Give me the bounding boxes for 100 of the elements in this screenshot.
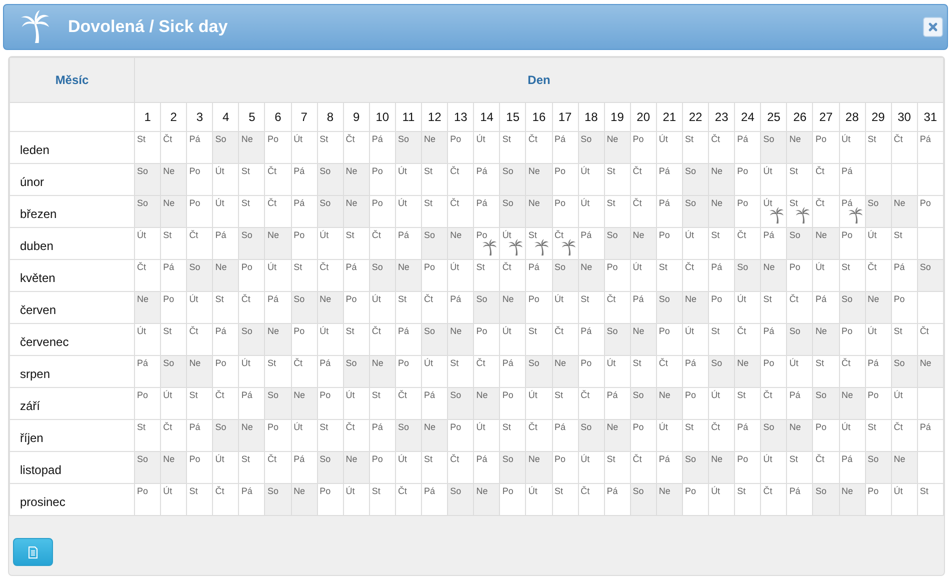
day-cell[interactable]: Pá [760, 324, 787, 356]
day-cell[interactable]: Ne [343, 164, 370, 196]
day-cell[interactable]: Pá [474, 452, 500, 484]
day-cell[interactable]: So [786, 324, 813, 356]
day-cell[interactable]: St [291, 260, 318, 292]
day-cell[interactable]: So [134, 196, 161, 228]
day-cell[interactable]: Čt [578, 388, 604, 420]
day-cell[interactable]: Út [552, 292, 578, 324]
day-cell[interactable]: Čt [526, 420, 552, 452]
day-cell[interactable]: So [212, 420, 239, 452]
day-cell[interactable]: Út [291, 420, 318, 452]
day-cell[interactable]: Út [317, 324, 344, 356]
day-cell[interactable]: So [343, 356, 370, 388]
day-cell[interactable]: St [238, 196, 265, 228]
day-cell[interactable]: Pá [604, 484, 630, 516]
day-cell[interactable]: So [134, 164, 161, 196]
day-cell[interactable]: So [656, 292, 682, 324]
day-cell[interactable]: Pá [186, 420, 213, 452]
day-cell[interactable]: Pá [422, 484, 448, 516]
day-cell[interactable]: Čt [500, 260, 526, 292]
day-cell[interactable]: St [160, 324, 187, 356]
day-cell[interactable]: Ne [786, 132, 813, 164]
day-cell[interactable]: Po [734, 164, 761, 196]
day-cell[interactable]: So [865, 196, 892, 228]
day-cell[interactable]: Ne [343, 452, 370, 484]
day-cell[interactable]: St [786, 164, 813, 196]
day-cell[interactable]: Čt [630, 452, 656, 484]
day-cell[interactable]: Pá [552, 420, 578, 452]
day-cell[interactable]: Ne [369, 356, 396, 388]
day-cell[interactable]: Pá [369, 420, 396, 452]
day-cell[interactable]: Út [134, 324, 161, 356]
day-cell[interactable]: Po [212, 356, 239, 388]
day-cell[interactable]: Út [839, 420, 866, 452]
day-cell[interactable]: Po [448, 420, 474, 452]
day-cell[interactable]: Ne [500, 292, 526, 324]
day-cell[interactable]: Po [786, 260, 813, 292]
day-cell[interactable]: Čt [212, 388, 239, 420]
day-cell[interactable]: So [865, 452, 892, 484]
day-cell[interactable]: St [134, 132, 161, 164]
day-cell[interactable]: So [500, 452, 526, 484]
day-cell[interactable]: Út [160, 388, 187, 420]
day-cell[interactable]: Pá [734, 420, 761, 452]
day-cell[interactable]: Čt [630, 164, 656, 196]
day-cell[interactable]: Čt [238, 292, 265, 324]
day-cell[interactable]: Pá [786, 484, 813, 516]
day-cell[interactable]: Čt [343, 420, 370, 452]
day-cell[interactable]: St [734, 388, 761, 420]
day-cell[interactable]: So [839, 292, 866, 324]
day-cell[interactable]: So [604, 228, 630, 260]
day-cell[interactable]: Čt [212, 484, 239, 516]
day-cell[interactable]: Čt [264, 196, 292, 228]
day-cell[interactable]: Čt [812, 452, 840, 484]
day-cell[interactable]: Po [682, 388, 709, 420]
day-cell[interactable]: Pá [395, 324, 422, 356]
day-cell[interactable]: Po [552, 196, 578, 228]
day-cell[interactable]: Pá [734, 132, 761, 164]
day-cell[interactable]: St [786, 452, 813, 484]
day-cell[interactable]: Po [264, 132, 292, 164]
day-cell[interactable]: Ne [160, 452, 187, 484]
day-cell[interactable]: St [343, 324, 370, 356]
day-cell[interactable]: So [238, 228, 265, 260]
day-cell[interactable]: Ne [160, 164, 187, 196]
day-cell[interactable]: St [552, 484, 578, 516]
day-cell[interactable]: Po [734, 196, 761, 228]
day-cell[interactable]: Po [369, 452, 396, 484]
day-cell[interactable]: Čt [552, 228, 578, 260]
day-cell[interactable]: Ne [552, 356, 578, 388]
day-cell[interactable]: St [656, 260, 682, 292]
day-cell[interactable]: Ne [865, 292, 892, 324]
day-cell[interactable]: Út [891, 388, 918, 420]
day-cell[interactable]: Pá [160, 260, 187, 292]
day-cell[interactable]: Pá [656, 196, 682, 228]
day-cell[interactable]: Čt [186, 324, 213, 356]
day-cell[interactable]: Čt [760, 484, 787, 516]
day-cell[interactable]: St [891, 324, 918, 356]
day-cell[interactable]: Út [708, 388, 735, 420]
day-cell[interactable]: Ne [526, 196, 552, 228]
day-cell[interactable]: Po [734, 452, 761, 484]
day-cell[interactable]: Ne [526, 164, 552, 196]
day-cell[interactable]: Čt [630, 196, 656, 228]
day-cell[interactable]: Čt [760, 388, 787, 420]
day-cell[interactable]: Po [369, 164, 396, 196]
day-cell[interactable]: St [448, 356, 474, 388]
day-cell[interactable]: Ne [734, 356, 761, 388]
day-cell[interactable]: St [212, 292, 239, 324]
day-cell[interactable]: Ne [422, 132, 448, 164]
day-cell[interactable]: Út [760, 452, 787, 484]
day-cell[interactable]: Čt [839, 356, 866, 388]
day-cell[interactable]: Ne [474, 484, 500, 516]
day-cell[interactable]: Čt [891, 420, 918, 452]
day-cell[interactable]: Ne [839, 388, 866, 420]
day-cell[interactable]: So [448, 484, 474, 516]
day-cell[interactable]: Po [186, 452, 213, 484]
day-cell[interactable]: Ne [291, 388, 318, 420]
day-cell[interactable]: Ne [448, 324, 474, 356]
day-cell[interactable]: Ne [708, 452, 735, 484]
day-cell[interactable]: Čt [812, 164, 840, 196]
day-cell[interactable]: Ne [917, 356, 944, 388]
day-cell[interactable]: St [734, 484, 761, 516]
day-cell[interactable]: Po [526, 292, 552, 324]
